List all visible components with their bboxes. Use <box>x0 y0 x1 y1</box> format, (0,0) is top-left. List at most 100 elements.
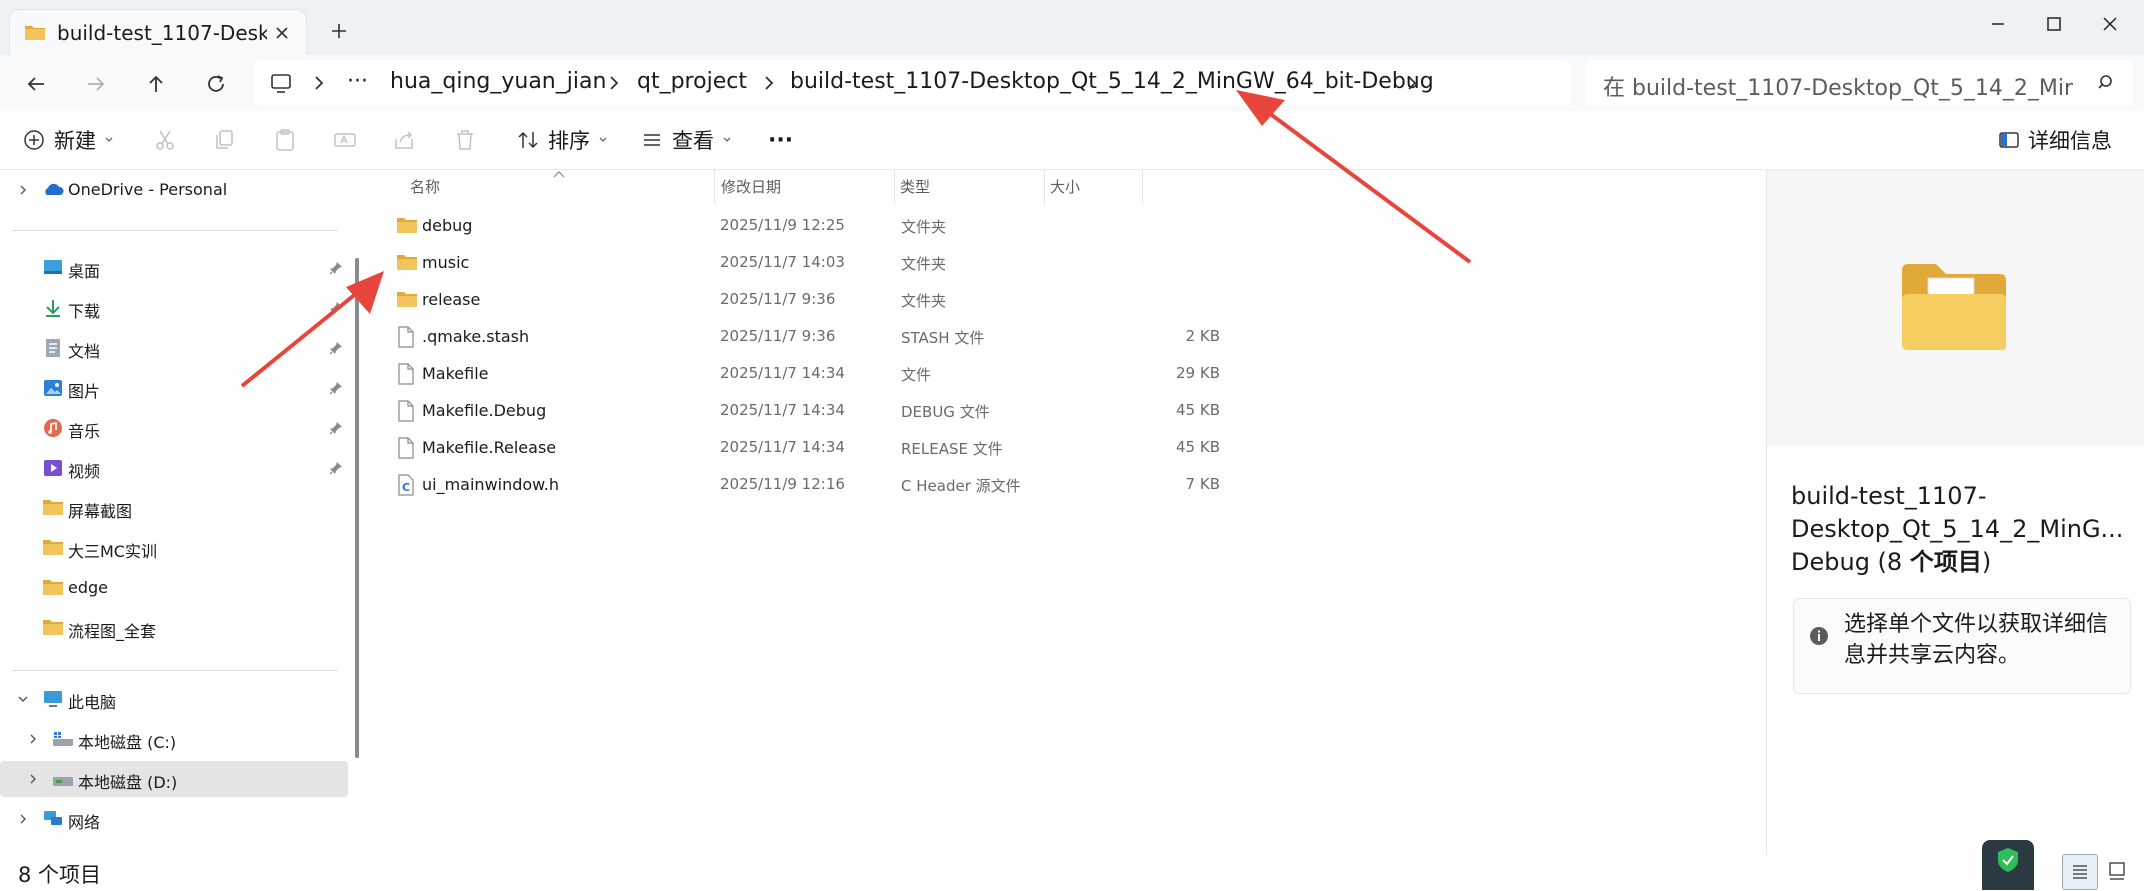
file-row[interactable]: Cui_mainwindow.h 2025/11/9 12:16 C Header … <box>390 467 1220 503</box>
download-icon <box>42 297 64 319</box>
file-icon <box>396 326 418 348</box>
file-row[interactable]: .qmake.stash 2025/11/7 9:36 STASH 文件 2 KB <box>390 319 1220 355</box>
sidebar-scrollbar[interactable] <box>355 258 359 758</box>
view-label: 查看 <box>672 129 714 153</box>
chevron-right-icon[interactable] <box>1403 74 1421 92</box>
close-icon[interactable] <box>270 21 294 45</box>
chevron-right-icon[interactable] <box>16 183 30 197</box>
column-divider[interactable] <box>1044 170 1045 204</box>
new-button[interactable]: 新建 <box>22 123 114 157</box>
forward-arrow-icon[interactable] <box>80 68 112 100</box>
sidebar-item-quick-access[interactable]: edge <box>0 570 348 606</box>
details-view-icon[interactable] <box>2062 854 2098 890</box>
new-tab-icon[interactable] <box>326 18 352 44</box>
sidebar-item-network[interactable]: 网络 <box>0 801 348 837</box>
chevron-down-icon <box>599 137 607 142</box>
column-divider[interactable] <box>1142 170 1143 204</box>
breadcrumb-ellipsis[interactable]: ··· <box>347 69 368 94</box>
sidebar-item-quick-access[interactable]: 流程图_全套 <box>0 610 348 646</box>
column-header-type[interactable]: 类型 <box>900 176 930 197</box>
delete-icon[interactable] <box>452 127 478 153</box>
file-row[interactable]: debug 2025/11/9 12:25 文件夹 <box>390 208 1220 244</box>
sidebar-item-quick-access[interactable]: 文档 <box>0 330 348 366</box>
file-size: 7 KB <box>1185 475 1220 493</box>
chevron-right-icon[interactable] <box>605 74 623 92</box>
chevron-right-icon[interactable] <box>26 732 40 746</box>
up-arrow-icon[interactable] <box>140 68 172 100</box>
breadcrumb-item-qt-project[interactable]: qt_project <box>637 69 747 94</box>
search-icon[interactable] <box>2097 73 2117 93</box>
tab-active[interactable]: build-test_1107-Desktop_Qt_5_14_2_MinGW_… <box>9 9 307 56</box>
details-title-line: Desktop_Qt_5_14_2_MinG... <box>1791 515 2124 543</box>
maximize-icon[interactable] <box>2032 8 2076 40</box>
column-header-name[interactable]: 名称 <box>410 176 440 197</box>
chevron-right-icon[interactable] <box>16 812 30 826</box>
column-header-date[interactable]: 修改日期 <box>721 176 781 197</box>
chevron-right-icon[interactable] <box>760 74 778 92</box>
chevron-right-icon[interactable] <box>310 74 328 92</box>
column-divider[interactable] <box>714 170 715 204</box>
column-divider[interactable] <box>894 170 895 204</box>
pin-icon[interactable] <box>328 340 344 356</box>
details-button[interactable]: 详细信息 <box>1998 123 2112 157</box>
file-type: STASH 文件 <box>901 329 985 347</box>
chevron-down-icon[interactable] <box>16 692 30 706</box>
search-box[interactable]: 在 build-test_1107-Desktop_Qt_5_14_2_MinG… <box>1585 60 2133 106</box>
tiles-view-icon[interactable] <box>2104 858 2130 884</box>
more-button[interactable]: ··· <box>768 123 793 157</box>
view-button[interactable]: 查看 <box>640 123 732 157</box>
sidebar-item-quick-access[interactable]: 视频 <box>0 450 348 486</box>
cut-icon[interactable] <box>152 127 178 153</box>
chevron-right-icon[interactable] <box>26 772 40 786</box>
paste-icon[interactable] <box>272 127 298 153</box>
sidebar-item-quick-access[interactable]: 屏幕截图 <box>0 490 348 526</box>
file-date: 2025/11/7 9:36 <box>720 327 836 345</box>
search-input[interactable]: 在 build-test_1107-Desktop_Qt_5_14_2_MinG… <box>1603 70 2073 102</box>
document-icon <box>42 337 64 359</box>
refresh-icon[interactable] <box>200 68 232 100</box>
file-row[interactable]: release 2025/11/7 9:36 文件夹 <box>390 282 1220 318</box>
address-bar[interactable]: ··· hua_qing_yuan_jian qt_project build-… <box>255 60 1571 106</box>
folder-icon <box>42 497 64 519</box>
chevron-down-icon <box>105 137 113 142</box>
sidebar-item-onedrive[interactable]: OneDrive - Personal <box>0 172 348 208</box>
breadcrumb-item-hua-qing-yuan-jian[interactable]: hua_qing_yuan_jian <box>390 69 606 94</box>
column-header-size[interactable]: 大小 <box>1050 176 1080 197</box>
file-row[interactable]: Makefile 2025/11/7 14:34 文件 29 KB <box>390 356 1220 392</box>
sidebar-item-label: 桌面 <box>68 262 101 281</box>
pin-icon[interactable] <box>328 420 344 436</box>
file-type: 文件夹 <box>901 218 947 236</box>
details-pane-icon <box>1999 132 2019 148</box>
sidebar-item-quick-access[interactable]: 图片 <box>0 370 348 406</box>
sidebar-item-this-pc[interactable]: 此电脑 <box>0 681 348 717</box>
sidebar-item-quick-access[interactable]: 音乐 <box>0 410 348 446</box>
file-row[interactable]: music 2025/11/7 14:03 文件夹 <box>390 245 1220 281</box>
back-arrow-icon[interactable] <box>20 68 52 100</box>
share-icon[interactable] <box>392 127 418 153</box>
file-row[interactable]: Makefile.Release 2025/11/7 14:34 RELEASE 文… <box>390 430 1220 466</box>
sort-button[interactable]: 排序 <box>516 123 608 157</box>
security-shield-icon[interactable] <box>1982 840 2034 890</box>
minimize-icon[interactable] <box>1976 8 2020 40</box>
file-date: 2025/11/7 14:34 <box>720 364 845 382</box>
computer-icon[interactable] <box>269 73 293 95</box>
sidebar-item-quick-access[interactable]: 下载 <box>0 290 348 326</box>
file-row[interactable]: Makefile.Debug 2025/11/7 14:34 DEBUG 文件 45 … <box>390 393 1220 429</box>
pin-icon[interactable] <box>328 380 344 396</box>
divider <box>12 670 338 671</box>
pin-icon[interactable] <box>328 300 344 316</box>
sidebar-item-label: 本地磁盘 (C:) <box>78 733 177 752</box>
window-close-icon[interactable] <box>2088 8 2132 40</box>
file-name: release <box>422 290 481 309</box>
copy-icon[interactable] <box>212 127 238 153</box>
breadcrumb-item-current-folder[interactable]: build-test_1107-Desktop_Qt_5_14_2_MinGW_… <box>790 69 1434 94</box>
pin-icon[interactable] <box>328 260 344 276</box>
sidebar-item-drive-c[interactable]: 本地磁盘 (C:) <box>0 721 348 757</box>
pin-icon[interactable] <box>328 460 344 476</box>
sidebar-item-quick-access[interactable]: 大三MC实训 <box>0 530 348 566</box>
rename-icon[interactable] <box>332 127 358 153</box>
sidebar-item-label: 流程图_全套 <box>68 622 157 641</box>
sidebar-item-drive-d[interactable]: 本地磁盘 (D:) <box>0 761 348 797</box>
sidebar-item-quick-access[interactable]: 桌面 <box>0 250 348 286</box>
desktop-icon <box>42 257 64 279</box>
